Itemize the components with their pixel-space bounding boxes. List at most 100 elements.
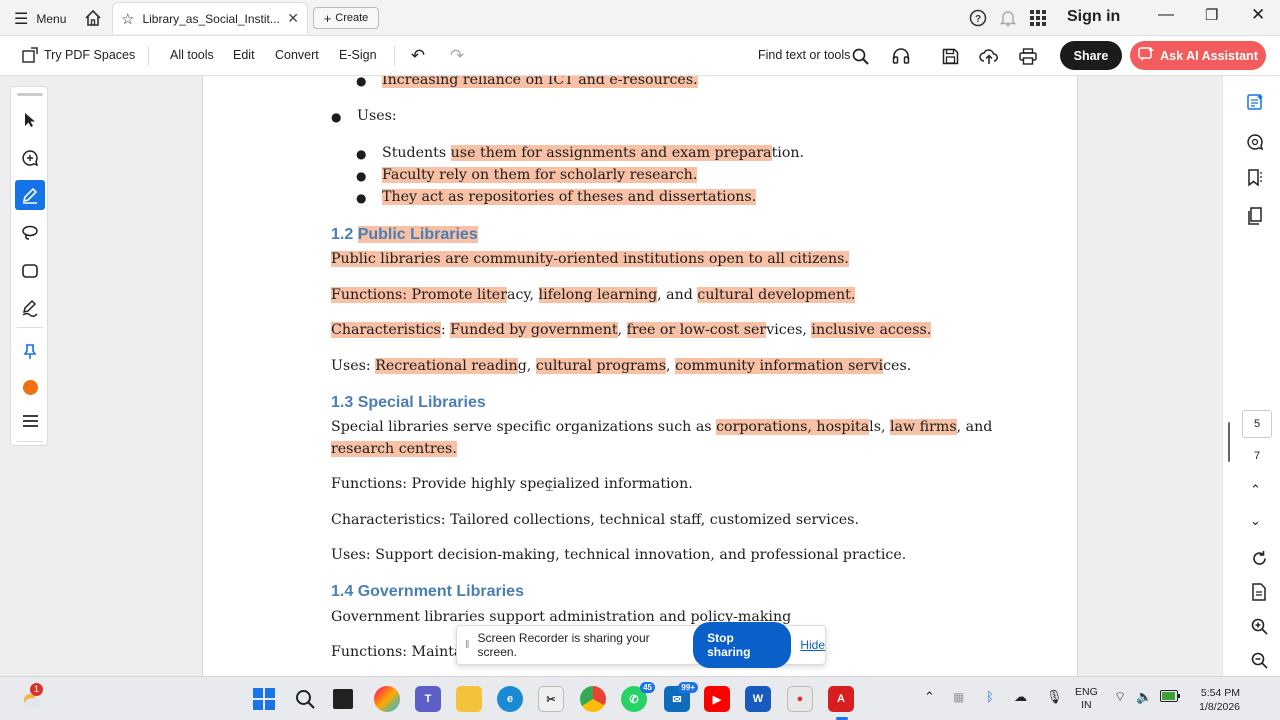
start-icon[interactable] — [251, 686, 277, 712]
print-icon[interactable] — [1017, 45, 1039, 67]
list-item: They act as repositories of theses and d… — [382, 189, 757, 205]
text-cursor-icon: ⌶ — [545, 478, 554, 494]
zoom-out-icon[interactable] — [1247, 648, 1271, 672]
pages-icon[interactable] — [1243, 204, 1267, 228]
plus-icon: + — [323, 10, 332, 26]
scrollbar-thumb[interactable] — [1228, 422, 1230, 462]
chrome-icon[interactable] — [580, 686, 606, 712]
menu-label: Menu — [36, 12, 67, 26]
upload-cloud-icon[interactable] — [978, 45, 1000, 67]
svg-text:?: ? — [975, 14, 981, 25]
ai-summary-icon[interactable] — [1243, 90, 1267, 114]
hide-link[interactable]: Hide — [800, 638, 825, 652]
screen-share-bar: ‖ Screen Recorder is sharing your screen… — [456, 622, 826, 668]
color-picker-icon[interactable] — [15, 372, 45, 402]
convert-button[interactable]: Convert — [275, 48, 319, 62]
add-comment-icon[interactable] — [15, 143, 45, 173]
select-cursor-icon[interactable] — [15, 105, 45, 135]
home-icon[interactable] — [82, 7, 104, 29]
current-page-field[interactable]: 5 — [1242, 410, 1272, 438]
find-text-button[interactable]: Find text or tools — [758, 48, 850, 62]
divider — [394, 46, 395, 66]
list-item: Increasing reliance on ICT and e-resourc… — [382, 76, 698, 88]
more-tools-icon[interactable] — [15, 406, 45, 436]
battery-icon[interactable] — [1160, 690, 1180, 705]
rail-handle[interactable] — [17, 93, 43, 96]
close-window-icon[interactable]: ✕ — [1251, 5, 1265, 25]
youtube-icon[interactable]: ▶ — [704, 686, 730, 712]
try-pdf-spaces-button[interactable]: Try PDF Spaces — [44, 48, 135, 62]
section-heading: 1.2 Public Libraries — [331, 226, 478, 243]
left-tool-rail — [10, 86, 48, 446]
language-indicator[interactable]: ENG IN — [1075, 686, 1098, 712]
mail-icon[interactable]: ✉ 99+ — [664, 682, 698, 712]
restore-icon[interactable]: ❐ — [1205, 6, 1218, 24]
ask-ai-assistant-button[interactable]: Ask AI Assistant — [1130, 41, 1266, 70]
redo-icon[interactable]: ↷ — [446, 45, 468, 67]
create-button[interactable]: + Create — [313, 7, 379, 29]
file-explorer-icon[interactable] — [456, 686, 482, 712]
whatsapp-icon[interactable]: ✆ 45 — [621, 682, 655, 712]
hamburger-icon: ☰ — [14, 11, 29, 28]
page-down-icon[interactable]: ⌄ — [1250, 513, 1261, 529]
zoom-in-icon[interactable] — [1247, 614, 1271, 638]
star-icon[interactable]: ☆ — [121, 10, 134, 28]
share-button[interactable]: Share — [1060, 41, 1122, 70]
all-tools-button[interactable]: All tools — [170, 48, 214, 62]
acrobat-icon[interactable]: A — [828, 686, 854, 712]
bullet: ● — [331, 110, 342, 124]
save-icon[interactable] — [939, 45, 961, 67]
document-tab[interactable]: ☆ Library_as_Social_Instit... ✕ — [112, 2, 308, 34]
pdf-page[interactable]: ● Increasing reliance on ICT and e-resou… — [202, 76, 1078, 676]
esign-button[interactable]: E-Sign — [339, 48, 377, 62]
stop-sharing-button[interactable]: Stop sharing — [693, 622, 792, 668]
edge-icon[interactable]: e — [497, 686, 523, 712]
task-view-icon[interactable] — [333, 689, 353, 709]
search-icon[interactable] — [849, 45, 871, 67]
screen-recorder-icon[interactable]: ● — [787, 686, 813, 712]
bookmarks-icon[interactable] — [1243, 166, 1267, 190]
help-icon[interactable]: ? — [968, 8, 988, 28]
rectangle-shape-icon[interactable] — [15, 256, 45, 286]
microphone-icon[interactable]: 🎙 — [1046, 689, 1063, 705]
word-icon[interactable]: W — [745, 686, 771, 712]
edit-button[interactable]: Edit — [233, 48, 255, 62]
clock-date: 1/8/2026 — [1199, 701, 1240, 713]
divider — [17, 441, 43, 442]
search-taskbar-icon[interactable] — [292, 686, 318, 712]
apps-grid-icon[interactable] — [1028, 8, 1048, 28]
lasso-draw-icon[interactable] — [15, 218, 45, 248]
clock-time: 5:54 PM — [1200, 687, 1240, 699]
paragraph: Uses: Support decision-making, technical… — [331, 547, 907, 563]
language-code: ENG — [1075, 686, 1098, 698]
page-settings-icon[interactable] — [1247, 580, 1271, 604]
list-item: Faculty rely on them for scholarly resea… — [382, 167, 698, 183]
drag-handle-icon[interactable]: ‖ — [465, 639, 470, 651]
comments-icon[interactable] — [1243, 130, 1267, 154]
signature-pen-icon[interactable] — [15, 293, 45, 323]
undo-icon[interactable]: ↶ — [407, 45, 429, 67]
copilot-icon[interactable] — [374, 686, 400, 712]
volume-icon[interactable]: 🔈 — [1136, 689, 1152, 705]
snipping-tool-icon[interactable]: ✂ — [538, 686, 564, 712]
clock[interactable]: 5:54 PM 1/8/2026 — [1194, 686, 1240, 714]
share-message: Screen Recorder is sharing your screen. — [477, 631, 650, 659]
teams-icon[interactable]: T — [415, 686, 441, 712]
highlight-pen-icon[interactable] — [15, 180, 45, 210]
page-up-icon[interactable]: ⌃ — [1250, 482, 1261, 498]
menu-button[interactable]: ☰ Menu — [14, 9, 66, 29]
pin-icon[interactable] — [15, 337, 45, 367]
refresh-icon[interactable] — [1247, 546, 1271, 570]
headphones-icon[interactable] — [890, 45, 912, 67]
minimize-icon[interactable]: — — [1158, 6, 1174, 24]
bell-icon[interactable] — [998, 8, 1018, 28]
weather-widget-icon[interactable]: 1 — [18, 683, 46, 713]
bluetooth-icon[interactable]: ᛒ — [986, 689, 994, 704]
wifi-icon[interactable]: ⌔ — [1114, 689, 1126, 705]
tray-overflow-icon[interactable]: ⌃ — [924, 689, 935, 705]
notification-badge: 1 — [30, 683, 43, 696]
tray-app-icon[interactable]: ▦ — [953, 690, 964, 704]
close-tab-icon[interactable]: ✕ — [287, 10, 299, 27]
cloud-sync-icon[interactable]: ☁ — [1014, 689, 1027, 705]
sign-in-link[interactable]: Sign in — [1067, 8, 1120, 26]
